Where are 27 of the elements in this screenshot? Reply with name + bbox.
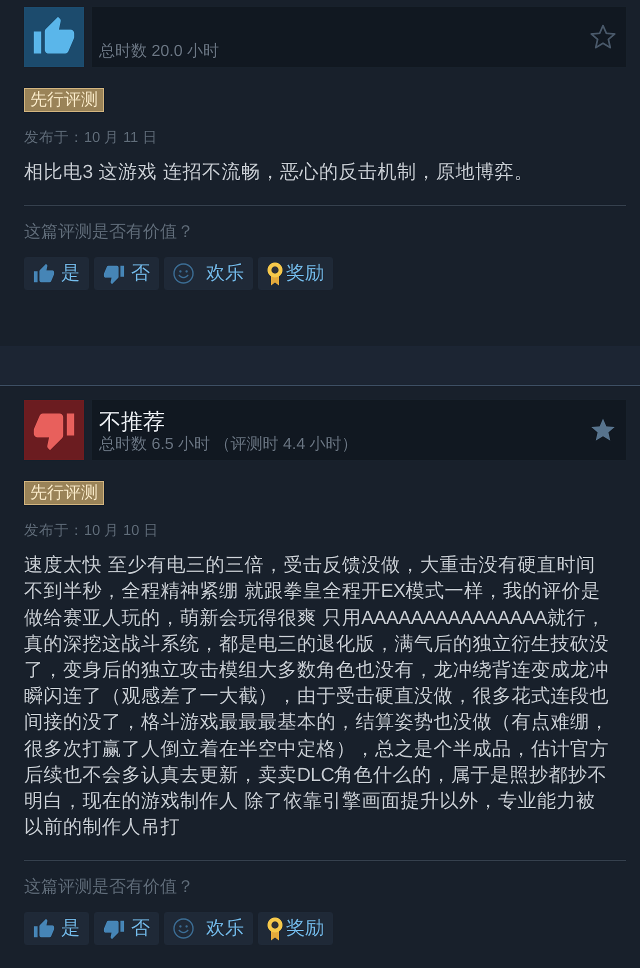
review-tag: 先行评测 [24, 88, 104, 112]
helpful-question: 这篇评测是否有价值？ [24, 876, 195, 898]
posted-date: 发布于：10 月 11 日 [24, 129, 158, 148]
award-medal-icon [267, 916, 283, 941]
helpful-no-button[interactable]: 否 [94, 912, 159, 946]
review-tag: 先行评测 [24, 481, 104, 506]
award-button[interactable]: 奖励 [258, 912, 333, 946]
playtime-text: 总时数 6.5 小时 （评测时 4.4 小时） [99, 435, 359, 456]
review-text: 速度太快 至少有电三的三倍，受击反馈没做，大重击没有硬直时间不到半秒，全程精神紧绷 就跟拳皇全程开EX模式一样，我的评价是做给赛亚人玩的，萌新会玩得很爽 只用AAAAAAAAAAAAAAA就行，真的深挖这战斗系统，都是电三的退化版，满气后的独立衍生技砍没了，变身后的独立攻击模组大多数角色也没有，龙冲绕背连变成龙冲瞬闪连了（观感差了一大截），由于受击硬直没做，很多花式连段也间接的没了，格斗游戏最最最基本的，结算姿势也没做（有点难绷，很多次打赢了人倒立着在半空中定格），总之是个半成品，估计官方后续也不会多认真去更新，卖卖DLC角色什么的，属于是照抄都抄不明白，现在的游戏制作人 除了依靠引擎画面提升以外，专业能力被以前的制作人吊打 [24, 554, 610, 840]
funny-button[interactable]: 欢乐 [164, 912, 253, 946]
star-icon[interactable] [590, 24, 616, 50]
helpful-yes-button[interactable]: 是 [24, 912, 89, 946]
helpful-no-button[interactable]: 否 [94, 257, 159, 290]
helpful-yes-button[interactable]: 是 [24, 257, 89, 290]
playtime-text: 总时数 20.0 小时 [99, 42, 220, 62]
award-medal-icon [267, 262, 283, 286]
award-button[interactable]: 奖励 [258, 257, 333, 290]
thumbs-up-icon [33, 262, 55, 285]
helpful-question: 这篇评测是否有价值？ [24, 221, 195, 244]
review-verdict-title: 不推荐 [99, 409, 166, 436]
posted-date: 发布于：10 月 10 日 [24, 522, 160, 542]
smiley-icon [173, 918, 194, 940]
smiley-icon [173, 263, 194, 284]
thumbs-up-icon [33, 918, 55, 940]
funny-button[interactable]: 欢乐 [164, 257, 253, 290]
star-icon[interactable] [590, 417, 616, 444]
review-text: 相比电3 这游戏 连招不流畅，恶心的反击机制，原地博弈。 [24, 160, 534, 185]
